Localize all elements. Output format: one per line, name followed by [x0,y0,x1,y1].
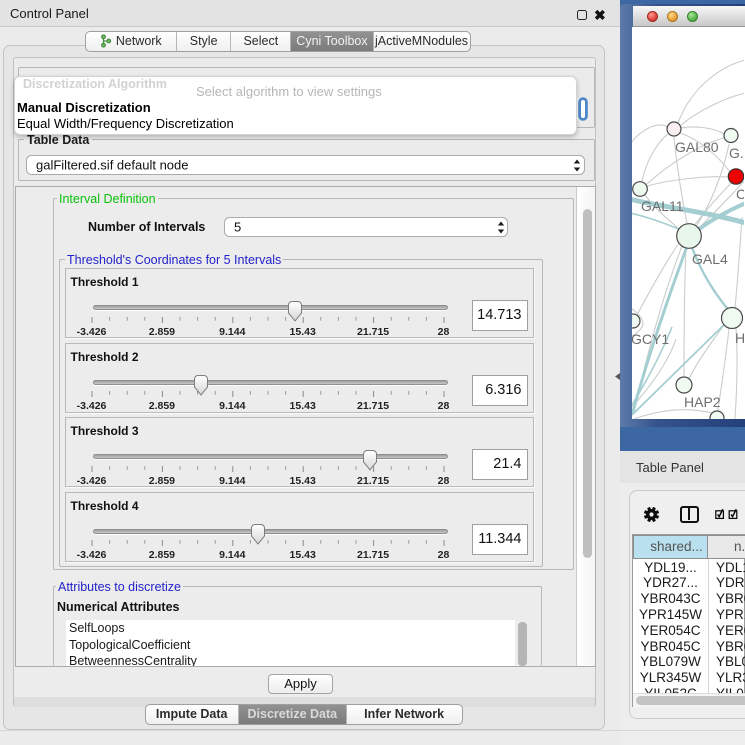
svg-text:GAL80: GAL80 [675,139,719,155]
svg-text:GCY1: GCY1 [632,331,669,347]
svg-text:C: C [736,186,744,202]
svg-text:H: H [735,330,744,346]
svg-text:GAL4: GAL4 [692,251,728,267]
svg-text:HAP2: HAP2 [684,394,721,410]
svg-text:GAL11: GAL11 [641,198,684,214]
svg-text:G.: G. [729,145,744,161]
